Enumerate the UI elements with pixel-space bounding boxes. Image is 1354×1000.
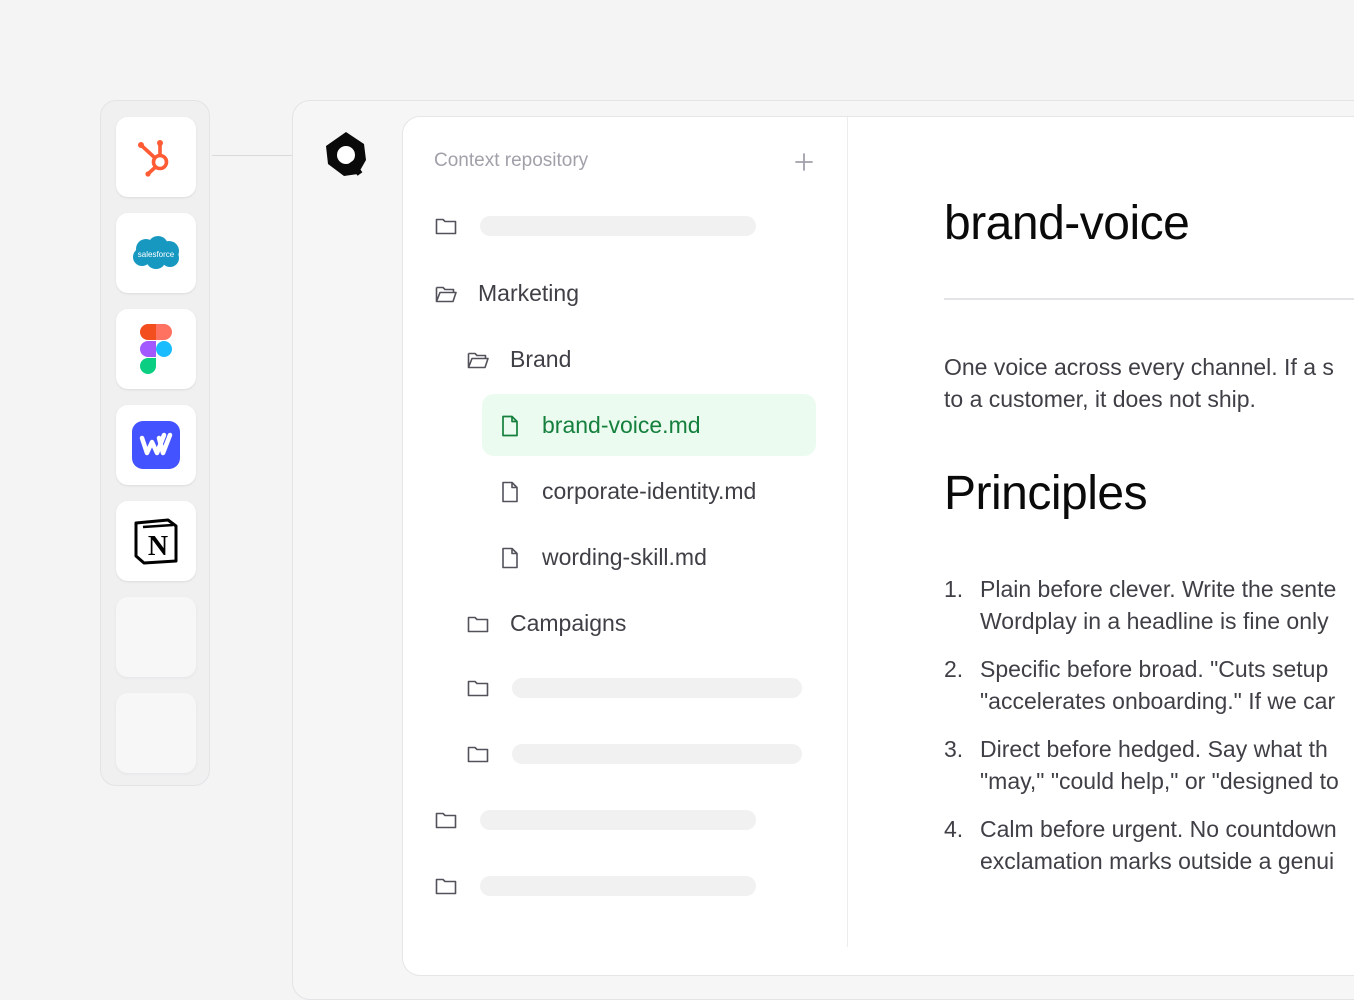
intro-line: to a customer, it does not ship.: [944, 386, 1256, 412]
list-item-line: "accelerates onboarding." If we car: [980, 688, 1336, 714]
list-number: 2.: [944, 656, 964, 682]
salesforce-icon: salesforce: [133, 236, 179, 269]
list-item-line: Wordplay in a headline is fine only: [980, 608, 1329, 634]
title-divider: [944, 298, 1354, 300]
pane-divider: [847, 117, 848, 947]
folder-icon: [467, 680, 489, 697]
list-item: 3. Direct before hedged. Say what th "ma…: [944, 733, 1354, 797]
list-number: 3.: [944, 736, 964, 762]
tree-label: corporate-identity.md: [542, 478, 757, 504]
plus-icon: [795, 153, 813, 171]
file-icon: [502, 481, 518, 502]
tree-folder-placeholder[interactable]: [466, 676, 802, 700]
svg-text:N: N: [148, 531, 168, 562]
document-intro: One voice across every channel. If a s t…: [944, 351, 1354, 415]
tree-folder-campaigns[interactable]: Campaigns: [466, 610, 626, 637]
list-item-line: Plain before clever. Write the sente: [980, 576, 1337, 602]
loading-skeleton: [480, 810, 756, 830]
file-icon: [502, 547, 518, 568]
webflow-icon: [132, 421, 180, 469]
list-item-line: Direct before hedged. Say what th: [980, 736, 1328, 762]
document-title: brand-voice: [944, 197, 1190, 250]
integration-webflow[interactable]: [116, 405, 196, 485]
integration-empty-slot[interactable]: [116, 693, 196, 773]
tree-label: brand-voice.md: [542, 412, 701, 438]
integration-empty-slot[interactable]: [116, 597, 196, 677]
section-heading: Principles: [944, 467, 1148, 520]
tree-folder-placeholder[interactable]: [434, 214, 756, 238]
tree-folder-placeholder[interactable]: [434, 808, 756, 832]
folder-icon: [467, 616, 489, 632]
list-item: 2. Specific before broad. "Cuts setup "a…: [944, 653, 1354, 717]
tree-file-brand-voice[interactable]: brand-voice.md: [498, 412, 701, 439]
loading-skeleton: [480, 216, 756, 236]
tree-file-wording-skill[interactable]: wording-skill.md: [498, 544, 707, 571]
list-number: 1.: [944, 576, 964, 602]
file-icon: [502, 415, 518, 436]
connector-line: [212, 155, 292, 156]
add-button[interactable]: [792, 150, 816, 174]
tree-label: Campaigns: [510, 610, 627, 636]
tree-label: wording-skill.md: [542, 544, 707, 570]
tree-file-corporate-identity[interactable]: corporate-identity.md: [498, 478, 756, 505]
integrations-panel: salesforce N: [100, 100, 210, 786]
tree-folder-brand[interactable]: Brand: [466, 346, 571, 373]
list-item-line: "may," "could help," or "designed to: [980, 768, 1339, 794]
integration-figma[interactable]: [116, 309, 196, 389]
integration-hubspot[interactable]: [116, 117, 196, 197]
folder-icon: [435, 878, 457, 895]
folder-icon: [467, 746, 489, 763]
list-item: 1. Plain before clever. Write the sente …: [944, 573, 1354, 637]
folder-icon: [435, 218, 457, 235]
list-number: 4.: [944, 816, 964, 842]
loading-skeleton: [512, 744, 802, 764]
tree-folder-placeholder[interactable]: [466, 742, 802, 766]
notion-icon: N: [134, 518, 178, 565]
integration-notion[interactable]: N: [116, 501, 196, 581]
app-logo-icon: [326, 132, 366, 176]
repository-title: Context repository: [434, 150, 589, 171]
hubspot-icon: [138, 140, 169, 177]
folder-icon: [435, 812, 457, 829]
list-item-line: exclamation marks outside a genui: [980, 848, 1335, 874]
folder-open-icon: [467, 352, 489, 368]
intro-line: One voice across every channel. If a s: [944, 354, 1334, 380]
salesforce-wordmark: salesforce: [138, 250, 175, 259]
tree-label: Marketing: [478, 280, 579, 306]
list-item-line: Calm before urgent. No countdown: [980, 816, 1337, 842]
tree-folder-placeholder[interactable]: [434, 874, 756, 898]
tree-label: Brand: [510, 346, 572, 372]
loading-skeleton: [480, 876, 756, 896]
tree-folder-marketing[interactable]: Marketing: [434, 280, 579, 307]
principles-list: 1. Plain before clever. Write the sente …: [944, 573, 1354, 893]
list-item-line: Specific before broad. "Cuts setup: [980, 656, 1329, 682]
folder-open-icon: [435, 286, 457, 302]
integration-salesforce[interactable]: salesforce: [116, 213, 196, 293]
figma-icon: [140, 324, 172, 374]
list-item: 4. Calm before urgent. No countdown excl…: [944, 813, 1354, 877]
loading-skeleton: [512, 678, 802, 698]
